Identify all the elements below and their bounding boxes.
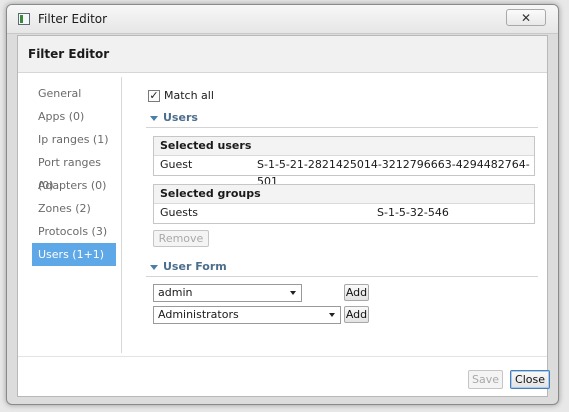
chevron-down-icon (329, 313, 335, 317)
app-icon (18, 13, 30, 25)
sidebar: General Apps (0) Ip ranges (1) Port rang… (18, 73, 122, 353)
table-row[interactable]: Guests S-1-5-32-546 (154, 204, 534, 221)
sidebar-item-apps[interactable]: Apps (0) (32, 105, 116, 128)
title-bar[interactable]: Filter Editor ✕ (7, 5, 558, 34)
add-user-button[interactable]: Add (344, 284, 369, 301)
dialog-client: Filter Editor General Apps (0) Ip ranges… (17, 35, 550, 397)
remove-button[interactable]: Remove (153, 230, 209, 247)
group-name-cell: Guests (160, 206, 199, 219)
window-close-button[interactable]: ✕ (506, 9, 546, 26)
user-name-cell: Guest (160, 158, 193, 171)
sidebar-item-general[interactable]: General (32, 82, 116, 105)
users-section-header[interactable]: Users (146, 111, 538, 128)
group-sid-cell: S-1-5-32-546 (377, 206, 449, 219)
collapse-arrow-icon (150, 116, 158, 121)
footer-divider (18, 356, 547, 357)
users-section-title: Users (163, 111, 198, 124)
dialog-header: Filter Editor (18, 36, 547, 73)
sidebar-item-users[interactable]: Users (1+1) (32, 243, 116, 266)
selected-users-panel: Selected users Guest S-1-5-21-2821425014… (153, 136, 535, 188)
add-group-button[interactable]: Add (344, 306, 369, 323)
sidebar-item-protocols[interactable]: Protocols (3) (32, 220, 116, 243)
user-select[interactable]: admin (153, 284, 302, 302)
sidebar-item-ip-ranges[interactable]: Ip ranges (1) (32, 128, 116, 151)
group-select[interactable]: Administrators (153, 306, 341, 324)
window-title: Filter Editor (38, 12, 108, 26)
dialog-title: Filter Editor (28, 47, 110, 61)
match-all-label: Match all (164, 89, 214, 102)
user-select-value: admin (158, 286, 193, 299)
selected-groups-header: Selected groups (154, 185, 534, 204)
filter-editor-window: Filter Editor ✕ Filter Editor General Ap… (6, 4, 559, 405)
match-all-checkbox[interactable]: ✓ (148, 90, 160, 102)
chevron-down-icon (290, 291, 296, 295)
selected-users-header: Selected users (154, 137, 534, 156)
group-select-value: Administrators (158, 308, 239, 321)
sidebar-item-adapters[interactable]: Adapters (0) (32, 174, 116, 197)
user-form-section-title: User Form (163, 260, 227, 273)
check-icon: ✓ (149, 89, 159, 102)
selected-groups-panel: Selected groups Guests S-1-5-32-546 (153, 184, 535, 224)
users-content: ✓ Match all Users Selected users Guest S… (136, 73, 540, 373)
close-button[interactable]: Close (510, 370, 550, 389)
user-form-section-header[interactable]: User Form (146, 260, 538, 277)
table-row[interactable]: Guest S-1-5-21-2821425014-3212796663-429… (154, 156, 534, 188)
sidebar-item-zones[interactable]: Zones (2) (32, 197, 116, 220)
collapse-arrow-icon (150, 265, 158, 270)
sidebar-item-port-ranges[interactable]: Port ranges (0) (32, 151, 116, 192)
save-button[interactable]: Save (468, 370, 503, 389)
sidebar-divider (121, 77, 122, 353)
close-icon: ✕ (520, 11, 532, 25)
